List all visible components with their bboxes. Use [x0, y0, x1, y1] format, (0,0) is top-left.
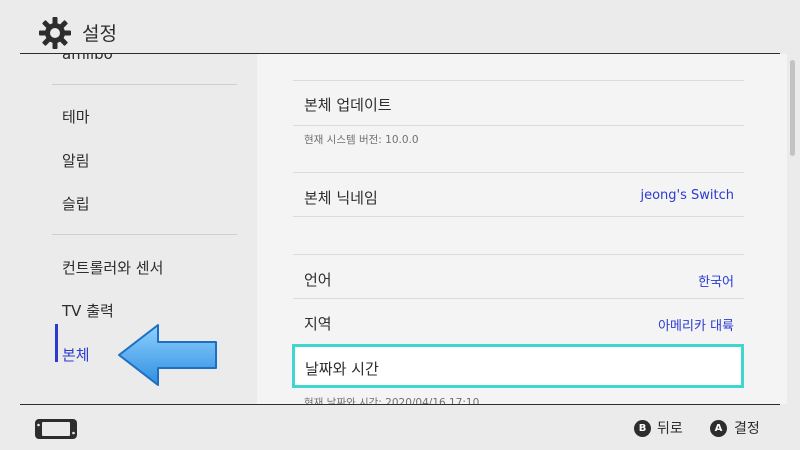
language-label[interactable]: 언어 [304, 269, 332, 290]
back-button[interactable]: 뒤로 [657, 418, 683, 438]
footer: B 뒤로 A 결정 [0, 405, 800, 450]
region-label[interactable]: 지역 [304, 313, 332, 334]
a-button-icon: A [710, 420, 727, 437]
console-nickname-label[interactable]: 본체 닉네임 [304, 187, 378, 208]
settings-panel: 본체 업데이트 현재 시스템 버전: 10.0.0 본체 닉네임 jeong's… [257, 54, 787, 404]
row-divider [293, 80, 744, 81]
row-divider [293, 172, 744, 173]
date-time-label: 날짜와 시간 [305, 360, 379, 378]
date-time-row[interactable]: 날짜와 시간 [292, 344, 744, 388]
sidebar-item-amiibo[interactable]: amiibo [62, 54, 113, 63]
scrollbar[interactable] [790, 60, 795, 156]
sidebar-item-controllers[interactable]: 컨트롤러와 센서 [62, 257, 163, 278]
gear-icon [39, 17, 71, 49]
console-nickname-value: jeong's Switch [640, 188, 734, 203]
row-divider [293, 298, 744, 299]
system-update-label[interactable]: 본체 업데이트 [304, 94, 392, 115]
sidebar-item-sleep[interactable]: 슬립 [62, 193, 90, 214]
current-date-time-text: 현재 날짜와 시간: 2020/04/16 17:10 [304, 397, 480, 404]
sidebar-item-tv-output[interactable]: TV 출력 [62, 300, 114, 321]
system-version-text: 현재 시스템 버전: 10.0.0 [304, 134, 419, 146]
b-button-icon: B [634, 420, 651, 437]
sidebar-item-system[interactable]: 본체 [62, 344, 90, 365]
row-divider [293, 216, 744, 217]
page-title: 설정 [82, 23, 117, 45]
header: 설정 [0, 0, 800, 54]
console-icon [35, 419, 77, 439]
sidebar-item-theme[interactable]: 테마 [62, 106, 90, 127]
sidebar-divider [52, 84, 237, 85]
row-divider [293, 254, 744, 255]
row-divider [293, 125, 744, 126]
sidebar-item-notifications[interactable]: 알림 [62, 150, 90, 171]
selection-indicator [55, 324, 58, 362]
language-value: 한국어 [698, 275, 734, 290]
region-value: 아메리카 대륙 [658, 319, 734, 334]
sidebar-divider [52, 234, 237, 235]
arrow-left-icon [118, 324, 217, 386]
confirm-button[interactable]: 결정 [734, 418, 760, 438]
